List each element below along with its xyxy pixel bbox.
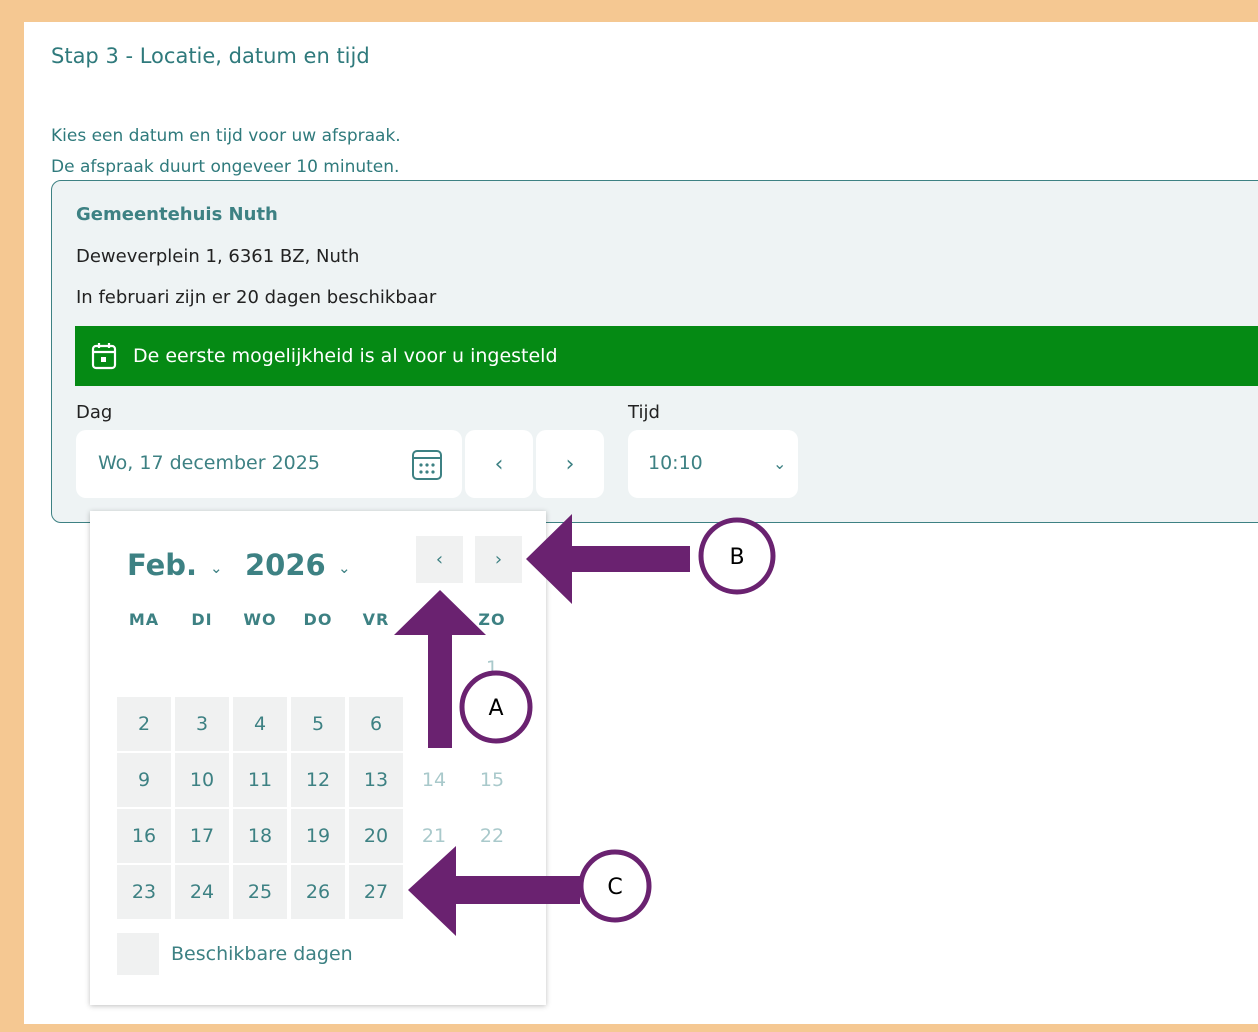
calendar-day[interactable]: 17	[175, 809, 229, 863]
time-select[interactable]: 10:10 ⌄	[628, 430, 798, 498]
calendar-day[interactable]: 12	[291, 753, 345, 807]
calendar-day[interactable]: 11	[233, 753, 287, 807]
time-value: 10:10	[648, 452, 703, 474]
first-option-banner: De eerste mogelijkheid is al voor u inge…	[75, 326, 1258, 386]
calendar-day: 8	[485, 713, 499, 735]
intro-line-2: De afspraak duurt ongeveer 10 minuten.	[51, 157, 400, 177]
chevron-right-icon: ›	[494, 549, 503, 570]
date-value: Wo, 17 december 2025	[98, 452, 320, 474]
weekday-header: ZA	[421, 610, 447, 629]
calendar-day[interactable]: 19	[291, 809, 345, 863]
calendar-day[interactable]: 16	[117, 809, 171, 863]
calendar-day: 21	[421, 825, 447, 847]
legend-text: Beschikbare dagen	[171, 943, 353, 965]
chevron-right-icon: ›	[565, 451, 575, 477]
chevron-down-icon: ⌄	[773, 454, 787, 473]
step-title: Stap 3 - Locatie, datum en tijd	[51, 44, 370, 68]
calendar-day[interactable]: 6	[349, 697, 403, 751]
calendar-day: 14	[421, 769, 447, 791]
calendar-day[interactable]: 3	[175, 697, 229, 751]
weekday-header: MA	[128, 610, 160, 629]
weekday-header: ZO	[478, 610, 506, 629]
location-name: Gemeentehuis Nuth	[76, 204, 278, 225]
intro-line-1: Kies een datum en tijd voor uw afspraak.	[51, 126, 401, 146]
calendar-day[interactable]: 24	[175, 865, 229, 919]
month-select[interactable]: Feb.	[127, 548, 197, 582]
weekday-header: DO	[303, 610, 333, 629]
calendar-day: 7	[427, 713, 441, 735]
intro-text: Kies een datum en tijd voor uw afspraak.…	[51, 121, 401, 183]
chevron-left-icon: ‹	[435, 549, 444, 570]
banner-text: De eerste mogelijkheid is al voor u inge…	[133, 345, 558, 367]
chevron-left-icon: ‹	[494, 451, 504, 477]
datepicker-popup: Feb. ⌄ 2026 ⌄ ‹ › MA DI WO DO VR ZA ZO 1234567…	[90, 511, 546, 1005]
year-select[interactable]: 2026	[245, 548, 326, 582]
time-label: Tijd	[628, 402, 660, 423]
calendar-icon	[91, 343, 117, 370]
prev-day-button[interactable]: ‹	[465, 430, 533, 498]
calendar-day[interactable]: 13	[349, 753, 403, 807]
next-month-button[interactable]: ›	[475, 536, 522, 583]
calendar-day: 1	[485, 657, 499, 679]
prev-month-button[interactable]: ‹	[416, 536, 463, 583]
calendar-day[interactable]: 2	[117, 697, 171, 751]
day-label: Dag	[76, 402, 113, 423]
calendar-day[interactable]: 9	[117, 753, 171, 807]
calendar-picker-icon[interactable]	[411, 447, 443, 481]
year-caret-icon[interactable]: ⌄	[338, 559, 351, 577]
calendar-day[interactable]: 18	[233, 809, 287, 863]
location-card: Gemeentehuis Nuth Deweverplein 1, 6361 B…	[51, 180, 1258, 523]
appointment-page: Stap 3 - Locatie, datum en tijd Kies een…	[24, 22, 1258, 1024]
calendar-day[interactable]: 27	[349, 865, 403, 919]
calendar-day[interactable]: 20	[349, 809, 403, 863]
legend-swatch	[117, 933, 159, 975]
calendar-day[interactable]: 26	[291, 865, 345, 919]
date-input[interactable]: Wo, 17 december 2025	[76, 430, 462, 498]
location-address: Deweverplein 1, 6361 BZ, Nuth	[76, 246, 360, 267]
next-day-button[interactable]: ›	[536, 430, 604, 498]
calendar-day[interactable]: 25	[233, 865, 287, 919]
calendar-day[interactable]: 4	[233, 697, 287, 751]
calendar-day[interactable]: 23	[117, 865, 171, 919]
calendar-day: 15	[479, 769, 505, 791]
calendar-day[interactable]: 5	[291, 697, 345, 751]
weekday-header: VR	[362, 610, 390, 629]
availability-text: In februari zijn er 20 dagen beschikbaar	[76, 287, 437, 308]
weekday-header: WO	[243, 610, 277, 629]
calendar-day: 22	[479, 825, 505, 847]
weekday-header: DI	[191, 610, 213, 629]
calendar-day[interactable]: 10	[175, 753, 229, 807]
month-caret-icon[interactable]: ⌄	[210, 559, 223, 577]
